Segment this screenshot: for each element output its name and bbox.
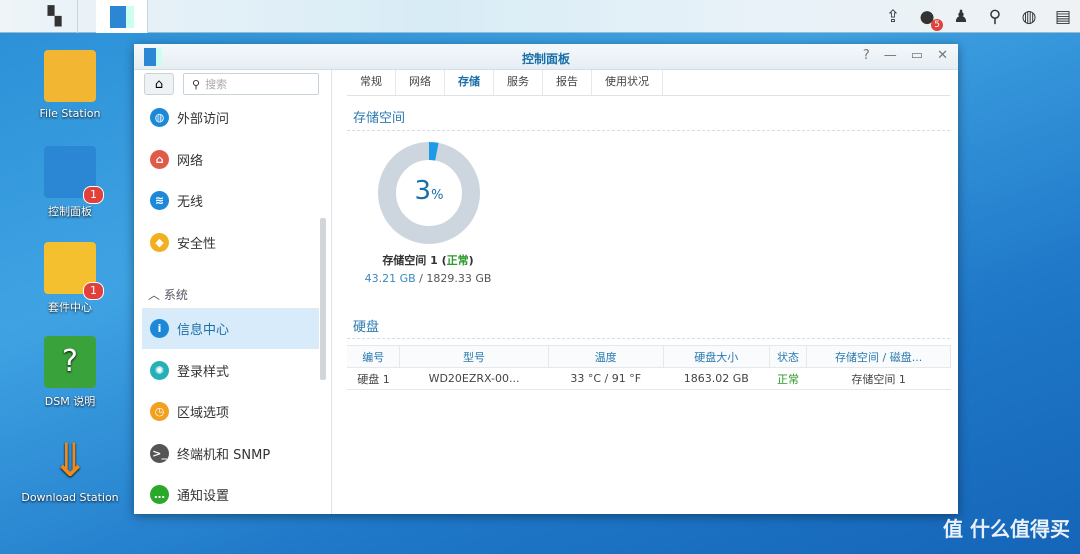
search-icon[interactable]: ⚲ (984, 6, 1006, 28)
table-cell: 正常 (769, 367, 807, 390)
sidebar-item-label: 安全性 (177, 236, 217, 252)
close-button[interactable]: ✕ (937, 48, 948, 63)
tab-2[interactable]: 存储 (445, 70, 494, 95)
user-icon[interactable]: ♟ (950, 6, 972, 28)
widgets-icon[interactable]: ▤ (1052, 6, 1074, 28)
sidebar-item-label: 网络 (177, 153, 204, 169)
storage-section-title: 存储空间 (353, 111, 406, 126)
sidebar-item-label: 终端机和 SNMP (177, 447, 271, 463)
category-system[interactable]: ︿ 系统 (148, 286, 318, 309)
column-header[interactable]: 存储空间 / 磁盘... (806, 345, 951, 368)
window-titlebar[interactable]: 控制面板 ? — ▭ ✕ (134, 44, 958, 70)
volume-capacity: 43.21 GB / 1829.33 GB (364, 272, 492, 285)
sidebar-item[interactable]: ≋ 无线 (142, 180, 319, 221)
tab-3[interactable]: 服务 (494, 70, 543, 95)
sidebar-item[interactable]: ◆ 安全性 (142, 222, 319, 263)
tab-4[interactable]: 报告 (543, 70, 592, 95)
volume-status: 正常 (446, 254, 469, 267)
column-header[interactable]: 状态 (769, 345, 808, 368)
sidebar-item-label: 登录样式 (177, 364, 230, 380)
sidebar-item[interactable]: ✺ 登录样式 (142, 350, 319, 391)
upload-queue-icon[interactable]: ⇪ (882, 6, 904, 28)
sidebar-item[interactable]: i 信息中心 (142, 308, 319, 349)
info-icon: i (150, 319, 169, 338)
divider (347, 130, 950, 131)
table-cell: 33 °C / 91 °F (548, 367, 664, 390)
sidebar-item[interactable]: ◷ 区域选项 (142, 391, 319, 432)
home-icon: ⌂ (154, 76, 164, 92)
table-row[interactable]: 硬盘 1 WD20EZRX-00... 33 °C / 91 °F 1863.02 G… (347, 367, 951, 390)
folder-icon (44, 50, 96, 102)
column-header[interactable]: 温度 (548, 345, 664, 368)
sidebar-item-label: 区域选项 (177, 406, 230, 421)
home-button[interactable]: ⌂ (144, 73, 174, 95)
shield-icon: ◆ (150, 232, 169, 252)
watermark: 值 什么值得买 (943, 517, 1070, 541)
sidebar-item[interactable]: ⌂ 网络 (142, 139, 319, 180)
column-header[interactable]: 型号 (399, 345, 549, 368)
sidebar: ⌂ ⚲ 搜索 ◍ 外部访问 ⌂ 网络 ≋ 无线 ◆ 安全性 i 信息中心 ✺ 登录样式 ◷ 区域选项 >_ 终端… (134, 70, 332, 514)
desktop-file-station[interactable]: File Station (20, 50, 120, 120)
sidebar-item-label: 无线 (177, 195, 204, 210)
notification-badge: 5 (931, 18, 943, 31)
palette-icon: ✺ (150, 360, 169, 380)
notifications-icon[interactable]: ● 5 (916, 6, 943, 31)
sidebar-item-label: 通知设置 (177, 489, 230, 504)
help-book-icon: ? (44, 336, 96, 388)
sidebar-item-label: 外部访问 (177, 112, 230, 127)
region-clock-icon: ◷ (150, 402, 169, 421)
tab-bar: 常规 网络 存储 服务 报告 使用状况 (347, 70, 950, 96)
chat-icon: … (150, 485, 169, 504)
grid-icon: ▚ (47, 6, 62, 27)
disk-section-title: 硬盘 (353, 320, 380, 335)
table-cell: WD20EZRX-00... (399, 367, 549, 390)
table-cell: 1863.02 GB (663, 367, 770, 390)
column-header[interactable]: 硬盘大小 (663, 345, 770, 368)
desktop-control-panel[interactable]: 1 控制面板 (20, 146, 120, 219)
window-title: 控制面板 (521, 52, 570, 66)
sidebar-scrollbar[interactable] (320, 218, 326, 380)
taskbar-control-panel[interactable] (96, 0, 148, 33)
control-panel-window: 控制面板 ? — ▭ ✕ ⌂ ⚲ 搜索 ◍ 外部访问 ⌂ 网络 ≋ 无线 ◆ 安全性 i 信息中心 ✺… (134, 44, 958, 514)
column-header[interactable]: 编号 (347, 345, 401, 368)
divider (347, 338, 950, 339)
main-menu-button[interactable]: ▚ (32, 0, 78, 33)
minimize-button[interactable]: — (884, 48, 897, 63)
control-panel-icon: 1 (44, 146, 104, 204)
search-icon: ⚲ (192, 77, 201, 91)
usage-percent: 3% (414, 176, 444, 206)
tab-5[interactable]: 使用状况 (592, 70, 663, 95)
terminal-icon: >_ (150, 443, 169, 463)
search-input[interactable]: ⚲ 搜索 (183, 73, 319, 95)
tab-1[interactable]: 网络 (396, 70, 445, 95)
wifi-icon: ≋ (150, 191, 169, 210)
network-home-icon: ⌂ (150, 149, 169, 169)
volume-name: 存储空间 1 (正常) (382, 254, 474, 267)
globe-icon: ◍ (150, 108, 169, 127)
shopping-bag-icon: 1 (44, 242, 104, 300)
download-arrow-icon: ⇓ (50, 433, 90, 487)
control-panel-icon (109, 5, 134, 28)
help-button[interactable]: ? (863, 48, 870, 63)
sidebar-item[interactable]: ◍ 外部访问 (142, 97, 319, 138)
sidebar-item-label: 信息中心 (177, 323, 230, 338)
desktop-package-center[interactable]: 1 套件中心 (20, 242, 120, 315)
table-cell: 存储空间 1 (806, 367, 951, 390)
taskbar: ▚ ⇪ ● 5 ♟ ⚲ ◍ ▤ (0, 0, 1080, 33)
disk-table: 编号 型号 温度 硬盘大小 状态 存储空间 / 磁盘... 硬盘 1 WD20EZRX-00.… (347, 345, 951, 390)
sidebar-item[interactable]: >_ 终端机和 SNMP (142, 433, 319, 474)
widget-gauge-icon[interactable]: ◍ (1018, 6, 1040, 28)
desktop-download-station[interactable]: ⇓ Download Station (20, 434, 120, 504)
desktop-dsm-help[interactable]: ? DSM 说明 (20, 336, 120, 409)
main-content: 常规 网络 存储 服务 报告 使用状况 存储空间 3% 存储空间 1 (正常) 43.21… (333, 70, 958, 514)
table-cell: 硬盘 1 (347, 367, 400, 390)
tab-0[interactable]: 常规 (347, 70, 396, 95)
maximize-button[interactable]: ▭ (911, 48, 923, 63)
sidebar-item[interactable]: … 通知设置 (142, 474, 319, 514)
